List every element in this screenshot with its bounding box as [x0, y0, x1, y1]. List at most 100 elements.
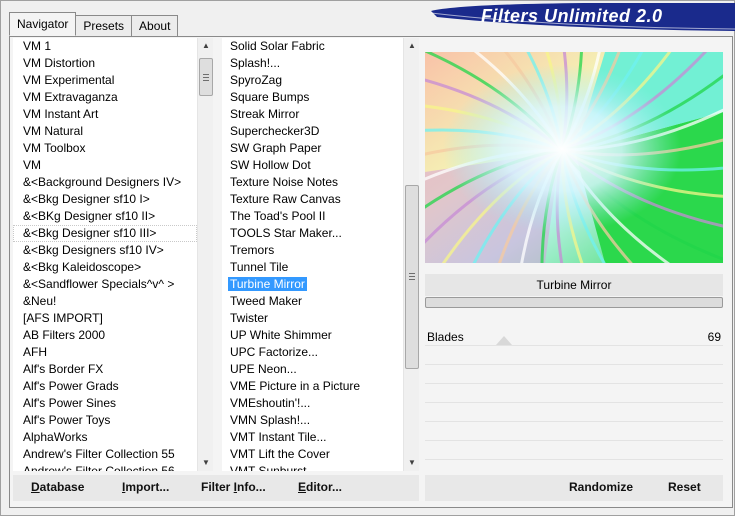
category-list[interactable]: VM 1 VM Distortion VM Experimental VM Extra… [13, 38, 213, 471]
category-item-label: Alf's Power Sines [23, 396, 116, 410]
category-item-label: VM Experimental [23, 73, 115, 87]
category-scroll-thumb[interactable] [199, 58, 213, 96]
filter-item[interactable]: Streak Mirror [222, 106, 403, 123]
filter-item[interactable]: VMT Lift the Cover [222, 446, 403, 463]
tab-about[interactable]: About [131, 15, 179, 36]
filter-item-label: VMEshoutin'!... [230, 396, 311, 410]
randomize-button[interactable]: Randomize [569, 480, 633, 494]
filter-item[interactable]: Texture Noise Notes [222, 174, 403, 191]
category-item-label: VM Natural [23, 124, 84, 138]
category-item[interactable]: VM Distortion [13, 55, 197, 72]
filter-item-label: Tunnel Tile [230, 260, 289, 274]
category-item-label: VM Instant Art [23, 107, 99, 121]
editor-button[interactable]: Editor... [298, 480, 342, 494]
category-item-label: &<Sandflower Specials^v^ > [23, 277, 175, 291]
param-value: 69 [707, 330, 721, 344]
scroll-up-arrow-icon[interactable]: ▲ [404, 38, 419, 54]
category-item[interactable]: Alf's Border FX [13, 361, 197, 378]
filter-item[interactable]: Square Bumps [222, 89, 403, 106]
category-item[interactable]: &<Sandflower Specials^v^ > [13, 276, 197, 293]
filter-item[interactable]: Tweed Maker [222, 293, 403, 310]
category-item[interactable]: Alf's Power Grads [13, 378, 197, 395]
filter-item[interactable]: Tunnel Tile [222, 259, 403, 276]
category-item-label: Alf's Border FX [23, 362, 104, 376]
category-item[interactable]: [AFS IMPORT] [13, 310, 197, 327]
filter-item[interactable]: VMN Splash!... [222, 412, 403, 429]
category-item[interactable]: Alf's Power Sines [13, 395, 197, 412]
filter-item-label: Superchecker3D [230, 124, 320, 138]
category-item[interactable]: &<Background Designers IV> [13, 174, 197, 191]
filter-item[interactable]: Texture Raw Canvas [222, 191, 403, 208]
category-item[interactable]: VM Toolbox [13, 140, 197, 157]
database-button[interactable]: Database [31, 480, 84, 494]
category-item[interactable]: VM Instant Art [13, 106, 197, 123]
category-item[interactable]: AFH [13, 344, 197, 361]
filter-item[interactable]: Splash!... [222, 55, 403, 72]
scroll-up-arrow-icon[interactable]: ▲ [198, 38, 213, 54]
category-item[interactable]: AB Filters 2000 [13, 327, 197, 344]
scroll-down-arrow-icon[interactable]: ▼ [404, 455, 419, 471]
filter-item-label: SW Hollow Dot [230, 158, 311, 172]
scroll-down-arrow-icon[interactable]: ▼ [198, 455, 213, 471]
category-item[interactable]: &<Bkg Kaleidoscope> [13, 259, 197, 276]
category-item[interactable]: &<Bkg Designers sf10 IV> [13, 242, 197, 259]
filter-item-label: VME Picture in a Picture [230, 379, 361, 393]
reset-button[interactable]: Reset [668, 480, 701, 494]
filter-item[interactable]: VME Picture in a Picture [222, 378, 403, 395]
category-item-label: AB Filters 2000 [23, 328, 106, 342]
filter-item[interactable]: SW Graph Paper [222, 140, 403, 157]
param-row-empty [425, 384, 723, 403]
category-item-label: &<Bkg Designer sf10 I> [23, 192, 150, 206]
filter-item[interactable]: UPC Factorize... [222, 344, 403, 361]
filter-item[interactable]: VMT Instant Tile... [222, 429, 403, 446]
filter-item[interactable]: VMT Sunburst [222, 463, 403, 471]
tab-navigator[interactable]: Navigator [9, 12, 77, 36]
category-item[interactable]: VM [13, 157, 197, 174]
filter-item[interactable]: TOOLS Star Maker... [222, 225, 403, 242]
filter-item[interactable]: The Toad's Pool II [222, 208, 403, 225]
category-item[interactable]: AlphaWorks [13, 429, 197, 446]
filter-item[interactable]: Turbine Mirror [222, 276, 403, 293]
category-item[interactable]: Andrew's Filter Collection 56 [13, 463, 197, 471]
filter-item-label: UPC Factorize... [230, 345, 319, 359]
param-row-blades[interactable]: Blades 69 [425, 327, 723, 346]
filter-list[interactable]: Solid Solar Fabric Splash!... SpyroZag Squa… [222, 38, 419, 471]
filter-item-label: Twister [230, 311, 269, 325]
category-item[interactable]: Andrew's Filter Collection 55 [13, 446, 197, 463]
param-row-empty [425, 365, 723, 384]
category-item[interactable]: VM Natural [13, 123, 197, 140]
filter-item[interactable]: UPE Neon... [222, 361, 403, 378]
filter-item[interactable]: SpyroZag [222, 72, 403, 89]
filter-item-label: Streak Mirror [230, 107, 300, 121]
preview-image[interactable] [425, 52, 723, 263]
param-row-empty [425, 346, 723, 365]
filter-item[interactable]: Superchecker3D [222, 123, 403, 140]
category-item[interactable]: VM Extravaganza [13, 89, 197, 106]
category-item[interactable]: &<Bkg Designer sf10 I> [13, 191, 197, 208]
category-item-label: Alf's Power Grads [23, 379, 119, 393]
filter-item[interactable]: SW Hollow Dot [222, 157, 403, 174]
category-item[interactable]: &<Bkg Designer sf10 III> [13, 225, 197, 242]
filter-item-label: Tremors [230, 243, 275, 257]
filter-item[interactable]: UP White Shimmer [222, 327, 403, 344]
category-scrollbar[interactable]: ▲ ▼ [197, 38, 213, 471]
slider-thumb[interactable] [496, 336, 512, 345]
filter-item[interactable]: Solid Solar Fabric [222, 38, 403, 55]
category-item[interactable]: Alf's Power Toys [13, 412, 197, 429]
filter-item[interactable]: VMEshoutin'!... [222, 395, 403, 412]
filter-item-label: Turbine Mirror [228, 277, 307, 291]
category-item-label: &Neu! [23, 294, 57, 308]
category-item[interactable]: VM Experimental [13, 72, 197, 89]
filter-scrollbar[interactable]: ▲ ▼ [403, 38, 419, 471]
import-button[interactable]: Import... [122, 480, 169, 494]
category-item[interactable]: VM 1 [13, 38, 197, 55]
category-item-label: &<Bkg Designer sf10 III> [23, 226, 157, 240]
filter-item-label: UPE Neon... [230, 362, 297, 376]
category-item[interactable]: &<BKg Designer sf10 II> [13, 208, 197, 225]
filter-info-button[interactable]: Filter Info... [201, 480, 266, 494]
category-item[interactable]: &Neu! [13, 293, 197, 310]
filter-item[interactable]: Tremors [222, 242, 403, 259]
filter-item[interactable]: Twister [222, 310, 403, 327]
filter-scroll-thumb[interactable] [405, 185, 419, 369]
tab-presets[interactable]: Presets [75, 15, 133, 36]
